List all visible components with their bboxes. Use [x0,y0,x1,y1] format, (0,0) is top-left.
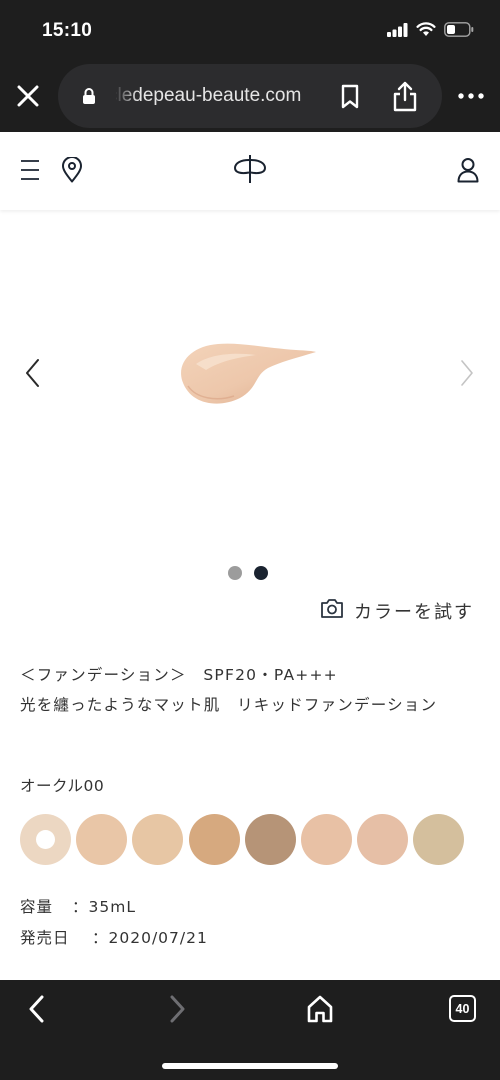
shade-swatch[interactable] [413,814,465,865]
shade-swatch[interactable] [357,814,409,865]
browser-bar: cledepeau-beaute.com [0,60,500,132]
shade-swatch[interactable] [301,814,352,865]
shade-swatch[interactable] [188,814,240,865]
wifi-icon [416,22,436,41]
foundation-swatch-image [176,336,318,414]
try-color-label: カラーを試す [354,602,474,623]
url-fade [114,80,138,112]
status-bar: 15:10 [0,0,500,60]
product-info: ＜ファンデーション＞ SPF20・PA+++ 光を纏ったようなマット肌 リキッド… [20,660,480,720]
share-icon[interactable] [392,80,418,116]
carousel-next-button[interactable] [454,356,480,390]
spec-volume-value: ：35mL [72,898,136,916]
close-icon[interactable] [14,82,42,110]
selected-mark-icon [36,830,55,849]
shade-swatch-selected[interactable] [20,814,71,865]
product-name: 光を纏ったようなマット肌 リキッドファンデーション [20,696,438,714]
shade-swatch[interactable] [132,814,184,865]
spec-release-value: ：2020/07/21 [92,929,208,947]
spec-release-label: 発売日 [20,929,70,947]
carousel-dot[interactable] [228,566,242,580]
selected-shade-label: オークル00 [20,777,105,795]
home-icon[interactable] [306,994,334,1028]
spec-volume: 容量 ：35mL [20,895,136,917]
status-icons [387,22,474,41]
carousel-dot-active[interactable] [254,566,268,580]
address-bar[interactable]: cledepeau-beaute.com [58,64,442,128]
shade-swatch[interactable] [76,814,128,865]
bookmark-icon[interactable] [340,84,360,114]
spec-volume-label: 容量 [20,898,54,916]
carousel-pagination [228,566,268,580]
shade-swatch[interactable] [244,814,296,865]
signal-icon [387,22,408,41]
user-icon[interactable] [457,157,479,187]
camera-icon [320,598,344,624]
tabs-icon[interactable]: 40 [449,995,476,1022]
brand-logo[interactable] [232,154,268,188]
forward-icon[interactable] [166,994,188,1028]
carousel-prev-button[interactable] [20,356,46,390]
site-header [0,132,500,210]
location-pin-icon[interactable] [61,156,83,187]
shade-swatches [20,814,480,866]
menu-icon[interactable] [20,159,40,185]
home-indicator [162,1063,338,1069]
product-image-carousel[interactable] [0,210,500,590]
product-category: ＜ファンデーション＞ SPF20・PA+++ [20,666,338,684]
spec-release: 発売日 ：2020/07/21 [20,926,208,948]
lock-icon [82,87,96,109]
back-icon[interactable] [26,994,48,1028]
more-icon[interactable] [454,84,488,108]
try-color-button[interactable]: カラーを試す [320,598,474,624]
browser-toolbar: 40 [0,980,500,1080]
status-time: 15:10 [42,20,93,41]
battery-icon [444,22,474,41]
